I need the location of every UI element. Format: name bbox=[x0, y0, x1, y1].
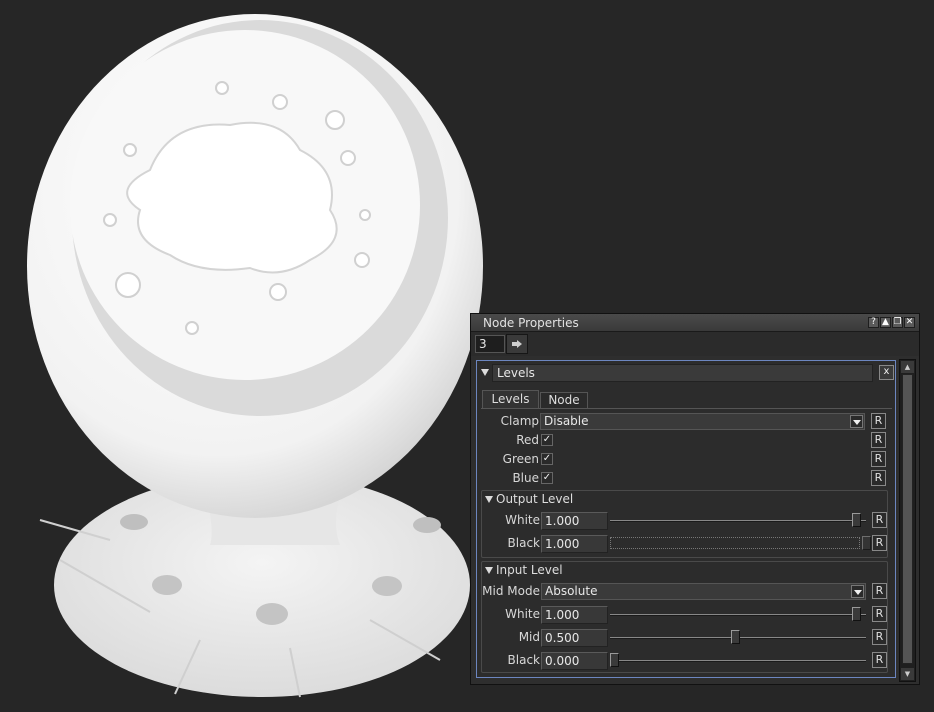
mid-mode-value: Absolute bbox=[545, 584, 598, 598]
scroll-up-icon[interactable]: ▲ bbox=[901, 361, 914, 373]
view-number-input[interactable] bbox=[475, 335, 505, 353]
clamp-value: Disable bbox=[544, 414, 589, 428]
chevron-down-icon[interactable] bbox=[850, 415, 863, 428]
reset-red-button[interactable]: R bbox=[871, 432, 886, 448]
node-name-field[interactable]: Levels bbox=[492, 364, 873, 382]
pin-icon bbox=[512, 340, 522, 348]
scroll-down-icon[interactable]: ▼ bbox=[901, 668, 914, 680]
chevron-down-icon[interactable] bbox=[851, 585, 864, 598]
input-mid-slider[interactable] bbox=[610, 628, 866, 647]
mid-mode-label: Mid Mode bbox=[482, 584, 540, 598]
output-white-input[interactable]: 1.000 bbox=[541, 512, 608, 530]
input-black-input[interactable]: 0.000 bbox=[541, 652, 608, 670]
slider-disabled-track bbox=[610, 537, 860, 549]
output-black-slider[interactable] bbox=[610, 534, 871, 553]
node-properties-panel: Node Properties ? ▲ ❐ ✕ ▲ ▼ Levels x Lev… bbox=[470, 313, 920, 685]
mid-mode-dropdown[interactable]: Absolute bbox=[541, 583, 866, 600]
input-mid-row: Mid 0.500 R bbox=[482, 628, 893, 647]
output-black-input[interactable]: 1.000 bbox=[541, 535, 608, 553]
clamp-dropdown[interactable]: Disable bbox=[540, 413, 865, 430]
blue-row: Blue ✓ R bbox=[481, 469, 892, 488]
input-mid-input[interactable]: 0.500 bbox=[541, 629, 608, 647]
output-level-title: Output Level bbox=[496, 492, 574, 506]
panel-scrollbar[interactable]: ▲ ▼ bbox=[899, 359, 916, 682]
slider-handle[interactable] bbox=[852, 607, 861, 621]
mid-mode-row: Mid Mode Absolute R bbox=[482, 582, 893, 601]
reset-green-button[interactable]: R bbox=[871, 451, 886, 467]
panel-toolbar bbox=[471, 332, 919, 356]
slider-handle[interactable] bbox=[862, 536, 871, 550]
collapse-icon[interactable]: ▲ bbox=[880, 317, 891, 328]
preview-sphere bbox=[27, 14, 483, 518]
output-black-label: Black bbox=[507, 536, 540, 550]
slider-handle[interactable] bbox=[731, 630, 740, 644]
collapse-output-level-icon[interactable] bbox=[485, 496, 493, 503]
reset-mid-mode-button[interactable]: R bbox=[872, 583, 887, 599]
panel-titlebar[interactable]: Node Properties ? ▲ ❐ ✕ bbox=[471, 314, 919, 332]
clamp-row: Clamp Disable R bbox=[481, 412, 892, 431]
output-white-label: White bbox=[505, 513, 540, 527]
node-close-button[interactable]: x bbox=[879, 365, 894, 380]
input-level-title: Input Level bbox=[496, 563, 563, 577]
blue-label: Blue bbox=[512, 471, 539, 485]
reset-output-white-button[interactable]: R bbox=[872, 512, 887, 528]
node-header: Levels x bbox=[477, 361, 895, 385]
slider-handle[interactable] bbox=[610, 653, 619, 667]
close-icon[interactable]: ✕ bbox=[904, 317, 915, 328]
input-black-row: Black 0.000 R bbox=[482, 651, 893, 670]
input-black-label: Black bbox=[507, 653, 540, 667]
output-black-row: Black 1.000 R bbox=[482, 534, 893, 553]
slider-handle[interactable] bbox=[852, 513, 861, 527]
reset-clamp-button[interactable]: R bbox=[871, 413, 886, 429]
levels-tab-content: Clamp Disable R Red ✓ R Green ✓ R Blue ✓… bbox=[481, 408, 892, 675]
input-mid-label: Mid bbox=[518, 630, 540, 644]
green-checkbox[interactable]: ✓ bbox=[541, 453, 553, 465]
clamp-label: Clamp bbox=[500, 414, 539, 428]
tab-levels[interactable]: Levels bbox=[482, 390, 539, 408]
output-level-section: Output Level White 1.000 R Black 1.000 R bbox=[481, 490, 888, 558]
panel-title: Node Properties bbox=[483, 316, 579, 330]
scrollbar-thumb[interactable] bbox=[902, 374, 913, 664]
reset-input-white-button[interactable]: R bbox=[872, 606, 887, 622]
input-white-slider[interactable] bbox=[610, 605, 866, 624]
collapse-input-level-icon[interactable] bbox=[485, 567, 493, 574]
float-icon[interactable]: ❐ bbox=[892, 317, 903, 328]
reset-output-black-button[interactable]: R bbox=[872, 535, 887, 551]
input-white-input[interactable]: 1.000 bbox=[541, 606, 608, 624]
tab-node[interactable]: Node bbox=[540, 392, 588, 408]
red-row: Red ✓ R bbox=[481, 431, 892, 450]
reset-blue-button[interactable]: R bbox=[871, 470, 886, 486]
output-white-slider[interactable] bbox=[610, 511, 866, 530]
green-row: Green ✓ R bbox=[481, 450, 892, 469]
pin-button[interactable] bbox=[506, 334, 528, 354]
blue-checkbox[interactable]: ✓ bbox=[541, 472, 553, 484]
slider-track bbox=[610, 660, 866, 662]
red-checkbox[interactable]: ✓ bbox=[541, 434, 553, 446]
reset-input-black-button[interactable]: R bbox=[872, 652, 887, 668]
output-white-row: White 1.000 R bbox=[482, 511, 893, 530]
input-level-section: Input Level Mid Mode Absolute R White 1.… bbox=[481, 561, 888, 673]
input-white-row: White 1.000 R bbox=[482, 605, 893, 624]
green-label: Green bbox=[502, 452, 539, 466]
input-black-slider[interactable] bbox=[610, 651, 866, 670]
input-white-label: White bbox=[505, 607, 540, 621]
help-icon[interactable]: ? bbox=[868, 317, 879, 328]
reset-input-mid-button[interactable]: R bbox=[872, 629, 887, 645]
slider-track bbox=[610, 520, 866, 522]
collapse-node-icon[interactable] bbox=[481, 369, 489, 376]
node-editor-levels: Levels x Levels Node Clamp Disable R Red… bbox=[476, 360, 896, 678]
slider-track bbox=[610, 614, 866, 616]
red-label: Red bbox=[516, 433, 539, 447]
